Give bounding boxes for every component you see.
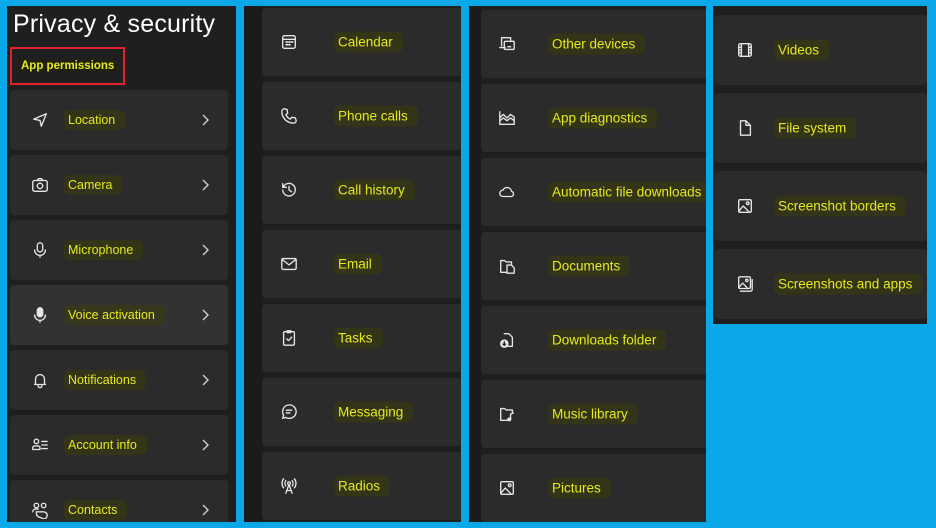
settings-item-other-devices[interactable]: Other devices bbox=[481, 10, 706, 78]
settings-item-downloads-folder[interactable]: Downloads folder bbox=[481, 306, 706, 374]
other-devices-icon bbox=[497, 34, 517, 54]
settings-item-label: Radios bbox=[334, 475, 391, 497]
settings-item-label: Contacts bbox=[64, 500, 128, 520]
permissions-panel-3: Other devices App diagnostics Automatic … bbox=[469, 6, 706, 522]
microphone-icon bbox=[30, 240, 50, 260]
phone-icon bbox=[279, 106, 299, 126]
settings-item-label: Notifications bbox=[64, 370, 147, 390]
messaging-icon bbox=[279, 402, 299, 422]
chevron-right-icon bbox=[200, 178, 210, 192]
settings-item-label: Music library bbox=[548, 403, 638, 425]
settings-item-notifications[interactable]: Notifications bbox=[10, 350, 228, 410]
history-icon bbox=[279, 180, 299, 200]
tasks-icon bbox=[279, 328, 299, 348]
contacts-icon bbox=[30, 500, 50, 520]
settings-item-phone-calls[interactable]: Phone calls bbox=[262, 82, 461, 150]
settings-item-label: Account info bbox=[64, 435, 147, 455]
settings-item-automatic-file-downloads[interactable]: Automatic file downloads bbox=[481, 158, 706, 226]
settings-item-pictures[interactable]: Pictures bbox=[481, 454, 706, 522]
app-diagnostics-icon bbox=[497, 108, 517, 128]
settings-item-label: Downloads folder bbox=[548, 329, 667, 351]
settings-item-radios[interactable]: Radios bbox=[262, 452, 461, 520]
app-permissions-highlight-box: App permissions bbox=[10, 47, 125, 85]
chevron-right-icon bbox=[200, 373, 210, 387]
pictures-icon bbox=[497, 478, 517, 498]
settings-item-music-library[interactable]: Music library bbox=[481, 380, 706, 448]
file-icon bbox=[735, 118, 755, 138]
settings-item-label: Location bbox=[64, 110, 126, 130]
documents-icon bbox=[497, 256, 517, 276]
cloud-icon bbox=[497, 182, 517, 202]
settings-item-tasks[interactable]: Tasks bbox=[262, 304, 461, 372]
settings-item-label: Other devices bbox=[548, 33, 646, 55]
voice-activation-icon bbox=[30, 305, 50, 325]
settings-item-label: Videos bbox=[774, 39, 830, 61]
settings-item-label: Call history bbox=[334, 179, 415, 201]
settings-item-account-info[interactable]: Account info bbox=[10, 415, 228, 475]
settings-item-file-system[interactable]: File system bbox=[715, 93, 927, 163]
settings-item-label: Automatic file downloads bbox=[548, 181, 706, 203]
settings-item-call-history[interactable]: Call history bbox=[262, 156, 461, 224]
calendar-icon bbox=[279, 32, 299, 52]
videos-icon bbox=[735, 40, 755, 60]
settings-item-app-diagnostics[interactable]: App diagnostics bbox=[481, 84, 706, 152]
settings-item-email[interactable]: Email bbox=[262, 230, 461, 298]
privacy-security-panel: Privacy & security App permissions Locat… bbox=[7, 6, 236, 522]
settings-item-contacts[interactable]: Contacts bbox=[10, 480, 228, 522]
settings-item-label: Tasks bbox=[334, 327, 383, 349]
chevron-right-icon bbox=[200, 113, 210, 127]
settings-item-label: File system bbox=[774, 117, 857, 139]
panel-edge bbox=[469, 6, 481, 522]
permissions-panel-2: Calendar Phone calls Call history Email … bbox=[244, 6, 461, 522]
account-info-icon bbox=[30, 435, 50, 455]
settings-item-location[interactable]: Location bbox=[10, 90, 228, 150]
screenshots-apps-icon bbox=[735, 274, 755, 294]
bell-icon bbox=[30, 370, 50, 390]
settings-item-label: Phone calls bbox=[334, 105, 418, 127]
settings-item-label: Camera bbox=[64, 175, 123, 195]
screenshot-borders-icon bbox=[735, 196, 755, 216]
settings-item-voice-activation[interactable]: Voice activation bbox=[10, 285, 228, 345]
email-icon bbox=[279, 254, 299, 274]
settings-item-documents[interactable]: Documents bbox=[481, 232, 706, 300]
chevron-right-icon bbox=[200, 243, 210, 257]
settings-item-screenshots-and-apps[interactable]: Screenshots and apps bbox=[715, 249, 927, 319]
settings-item-label: Screenshot borders bbox=[774, 195, 906, 217]
location-icon bbox=[30, 110, 50, 130]
music-library-icon bbox=[497, 404, 517, 424]
chevron-right-icon bbox=[200, 308, 210, 322]
panel-edge bbox=[244, 6, 262, 522]
settings-item-calendar[interactable]: Calendar bbox=[262, 8, 461, 76]
chevron-right-icon bbox=[200, 503, 210, 517]
downloads-folder-icon bbox=[497, 330, 517, 350]
settings-item-label: Messaging bbox=[334, 401, 414, 423]
settings-item-videos[interactable]: Videos bbox=[715, 15, 927, 85]
permissions-panel-4: Videos File system Screenshot borders Sc… bbox=[713, 6, 927, 324]
chevron-right-icon bbox=[200, 438, 210, 452]
page-title: Privacy & security bbox=[13, 10, 216, 38]
settings-item-screenshot-borders[interactable]: Screenshot borders bbox=[715, 171, 927, 241]
camera-icon bbox=[30, 175, 50, 195]
settings-item-label: Microphone bbox=[64, 240, 144, 260]
settings-item-label: Calendar bbox=[334, 31, 403, 53]
section-heading-app-permissions: App permissions bbox=[19, 60, 117, 72]
settings-item-label: Pictures bbox=[548, 477, 611, 499]
settings-item-microphone[interactable]: Microphone bbox=[10, 220, 228, 280]
settings-item-label: App diagnostics bbox=[548, 107, 658, 129]
settings-item-messaging[interactable]: Messaging bbox=[262, 378, 461, 446]
settings-item-label: Screenshots and apps bbox=[774, 273, 923, 295]
settings-item-label: Voice activation bbox=[64, 305, 165, 325]
settings-item-camera[interactable]: Camera bbox=[10, 155, 228, 215]
settings-item-label: Email bbox=[334, 253, 382, 275]
settings-item-label: Documents bbox=[548, 255, 631, 277]
radio-tower-icon bbox=[279, 476, 299, 496]
